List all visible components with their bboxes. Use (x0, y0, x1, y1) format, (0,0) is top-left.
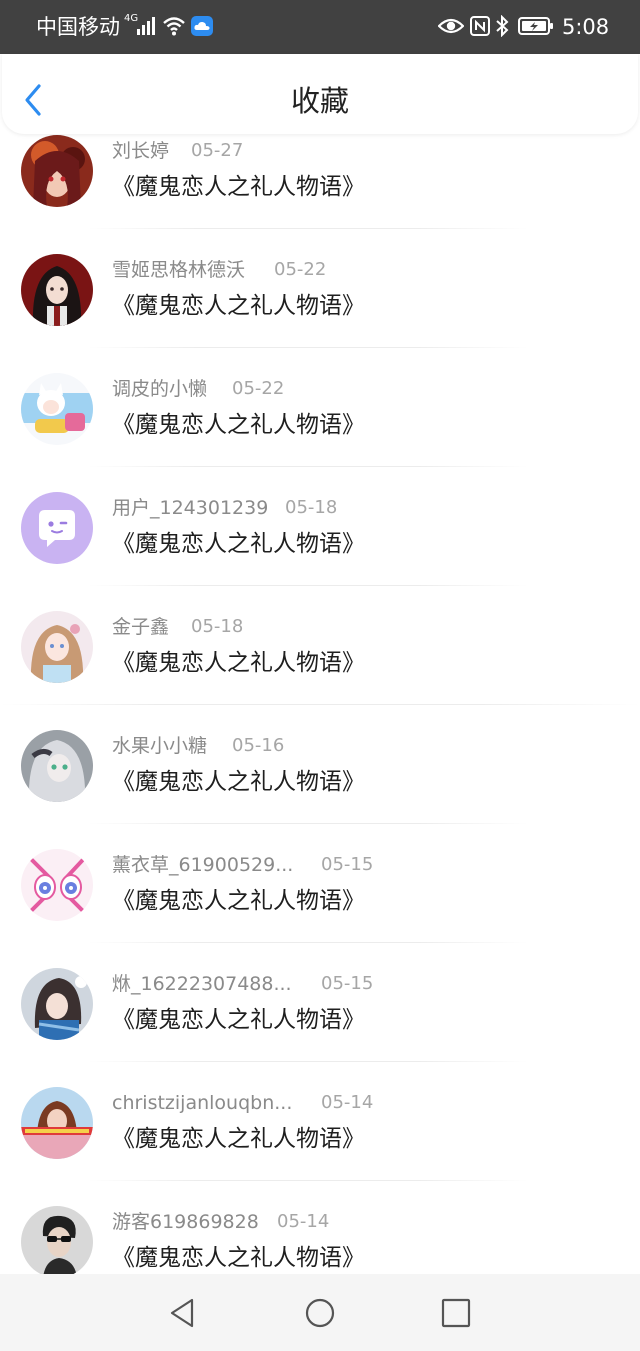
bluetooth-icon (496, 15, 509, 37)
favorite-title[interactable]: 《魔鬼恋人之礼人物语》 (112, 529, 365, 559)
list-item[interactable]: 游客619869828 05-14 《魔鬼恋人之礼人物语》 (0, 1163, 640, 1274)
nfc-icon (470, 16, 490, 36)
square-recent-icon[interactable] (440, 1297, 472, 1329)
app-header: 收藏 (2, 54, 638, 134)
date: 05-14 (277, 1211, 330, 1232)
avatar[interactable] (21, 135, 93, 207)
user-name: 水果小小糖 (112, 735, 208, 757)
carrier-name: 中国移动 (36, 15, 120, 39)
system-nav-bar (0, 1274, 640, 1351)
favorite-title[interactable]: 《魔鬼恋人之礼人物语》 (112, 886, 365, 916)
avatar[interactable] (21, 730, 93, 802)
date: 05-16 (232, 735, 285, 756)
favorites-list: 刘长婷 05-27 《魔鬼恋人之礼人物语》 雪姬思格林德沃 05-22 《魔鬼恋… (0, 92, 640, 1274)
list-item[interactable]: 水果小小糖 05-16 《魔鬼恋人之礼人物语》 (0, 687, 640, 824)
user-name: 游客619869828 (112, 1211, 259, 1233)
user-name: 刘长婷 (112, 140, 170, 162)
date: 05-15 (321, 973, 374, 994)
favorite-title[interactable]: 《魔鬼恋人之礼人物语》 (112, 291, 365, 321)
list-item[interactable]: 雪姬思格林德沃 05-22 《魔鬼恋人之礼人物语》 (0, 211, 640, 348)
favorite-title[interactable]: 《魔鬼恋人之礼人物语》 (112, 172, 365, 202)
user-name: 薰衣草_61900529... (112, 854, 294, 876)
cloud-icon (191, 16, 213, 36)
date: 05-14 (321, 1092, 374, 1113)
favorite-title[interactable]: 《魔鬼恋人之礼人物语》 (112, 1243, 365, 1273)
avatar[interactable] (21, 254, 93, 326)
avatar[interactable] (21, 1087, 93, 1159)
signal-icon (137, 17, 155, 35)
list-item[interactable]: 金子鑫 05-18 《魔鬼恋人之礼人物语》 (0, 568, 640, 705)
user-name: 调皮的小懒 (112, 378, 208, 400)
avatar[interactable] (21, 373, 93, 445)
circle-home-icon[interactable] (304, 1297, 336, 1329)
favorite-title[interactable]: 《魔鬼恋人之礼人物语》 (112, 1005, 365, 1035)
date: 05-22 (274, 259, 327, 280)
user-name: 烌_16222307488... (112, 973, 292, 995)
battery-icon (518, 17, 553, 35)
user-name: 用户_124301239 (112, 497, 269, 519)
list-item[interactable]: christzijanlouqbn... 05-14 《魔鬼恋人之礼人物语》 (0, 1044, 640, 1181)
favorite-title[interactable]: 《魔鬼恋人之礼人物语》 (112, 767, 365, 797)
user-name: christzijanlouqbn... (112, 1092, 293, 1114)
list-item[interactable]: 用户_124301239 05-18 《魔鬼恋人之礼人物语》 (0, 449, 640, 586)
date: 05-15 (321, 854, 374, 875)
triangle-back-icon[interactable] (167, 1297, 199, 1329)
avatar[interactable] (21, 968, 93, 1040)
avatar[interactable] (21, 1206, 93, 1274)
date: 05-18 (191, 616, 244, 637)
clock: 5:08 (562, 15, 610, 39)
list-item[interactable]: 薰衣草_61900529... 05-15 《魔鬼恋人之礼人物语》 (0, 806, 640, 943)
favorite-title[interactable]: 《魔鬼恋人之礼人物语》 (112, 410, 365, 440)
user-name: 金子鑫 (112, 616, 170, 638)
list-item[interactable]: 调皮的小懒 05-22 《魔鬼恋人之礼人物语》 (0, 330, 640, 467)
favorite-title[interactable]: 《魔鬼恋人之礼人物语》 (112, 648, 365, 678)
user-name: 雪姬思格林德沃 (112, 259, 246, 281)
page-title: 收藏 (290, 84, 349, 118)
avatar[interactable] (21, 849, 93, 921)
avatar[interactable] (21, 611, 93, 683)
date: 05-18 (285, 497, 338, 518)
avatar[interactable] (21, 492, 93, 564)
date: 05-22 (232, 378, 285, 399)
list-item[interactable]: 烌_16222307488... 05-15 《魔鬼恋人之礼人物语》 (0, 925, 640, 1062)
eye-icon (438, 18, 464, 34)
wifi-icon (163, 17, 185, 36)
favorite-title[interactable]: 《魔鬼恋人之礼人物语》 (112, 1124, 365, 1154)
status-bar: 中国移动 4G 5:08 (0, 0, 640, 54)
date: 05-27 (191, 140, 244, 161)
